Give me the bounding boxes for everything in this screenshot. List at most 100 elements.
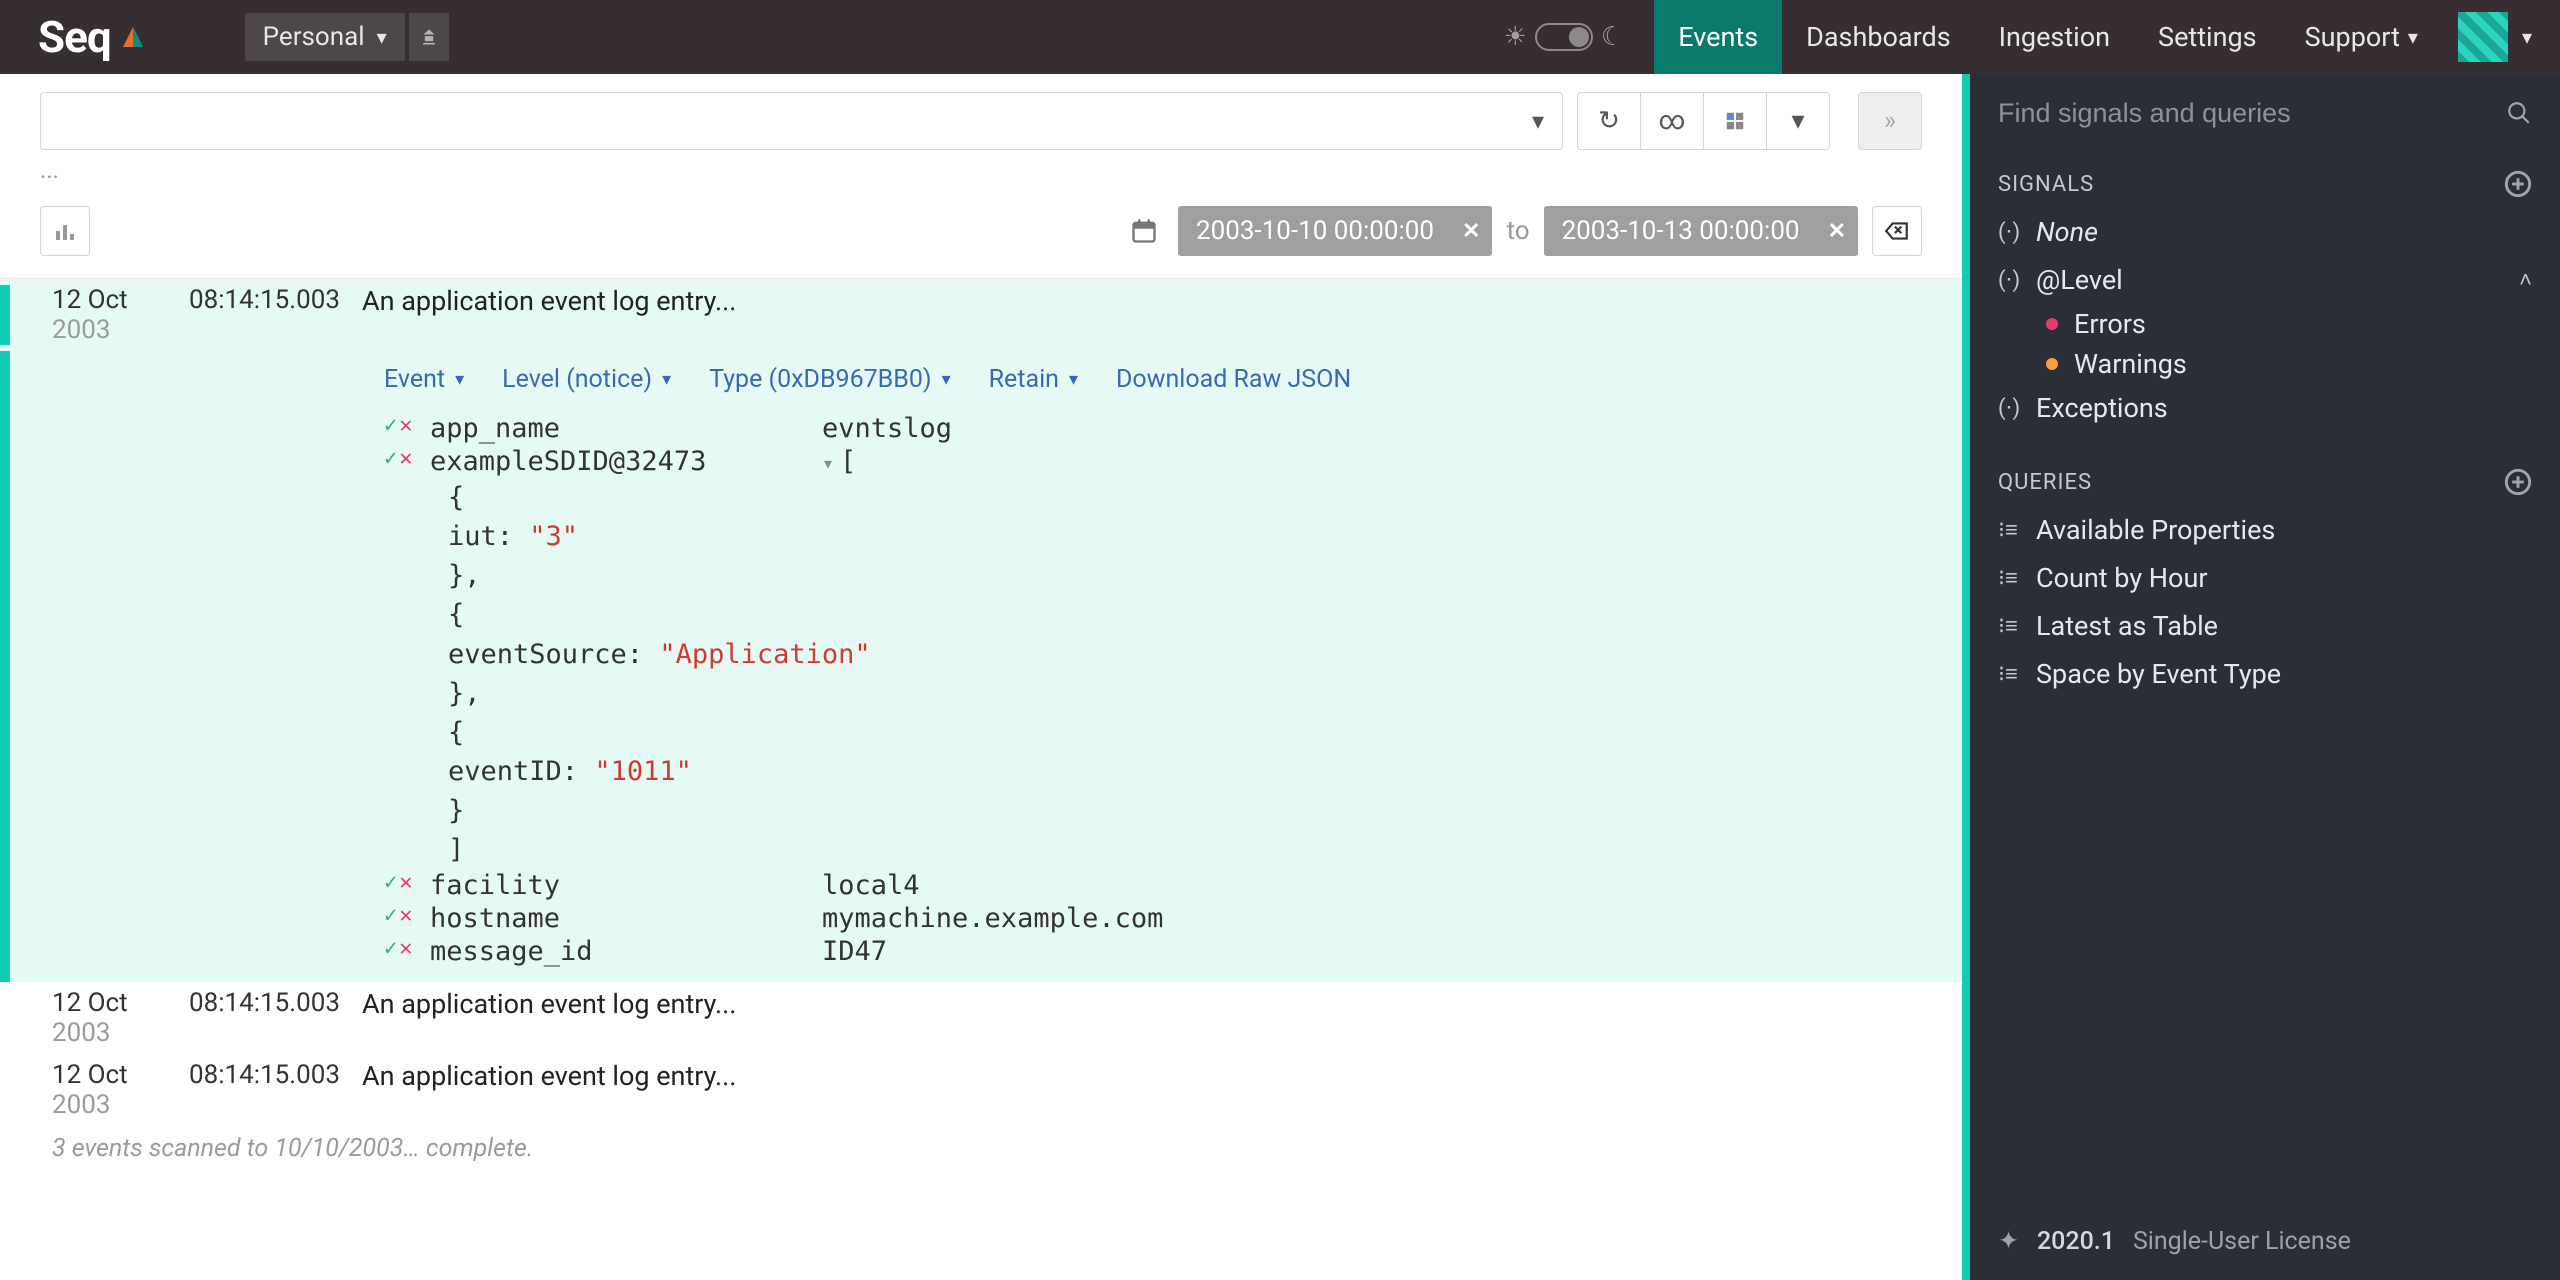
signal-sub-errors[interactable]: Errors	[1970, 304, 2560, 344]
nav-tab-support[interactable]: Support ▾	[2281, 0, 2442, 74]
signal-sub-warnings[interactable]: Warnings	[1970, 344, 2560, 384]
clear-date-range-button[interactable]	[1872, 206, 1922, 256]
top-navbar: Seq Personal ▾ ☀ ☾ Events Dashboards Ing…	[0, 0, 2560, 74]
moon-icon: ☾	[1601, 22, 1624, 52]
view-mode-button[interactable]	[1703, 92, 1767, 150]
include-filter-icon[interactable]: ✓	[384, 446, 397, 471]
include-filter-icon[interactable]: ✓	[384, 870, 397, 895]
signal-icon: (⋅)	[1998, 396, 2020, 421]
signal-item-level[interactable]: (⋅) @Level ˄	[1970, 256, 2560, 304]
sidebar-search	[1970, 74, 2560, 152]
avatar-icon	[2458, 12, 2508, 62]
chevron-down-icon: ▾	[1069, 369, 1078, 390]
property-key[interactable]: app_name	[430, 413, 822, 444]
refresh-button[interactable]: ↻	[1577, 92, 1641, 150]
property-value[interactable]: ▾[	[822, 446, 856, 477]
exclude-filter-icon[interactable]: ✕	[399, 446, 412, 471]
property-key[interactable]: exampleSDID@32473	[430, 446, 822, 477]
date-to-input[interactable]: 2003-10-13 00:00:00 ✕	[1544, 206, 1858, 256]
chevron-down-icon: ▾	[2522, 25, 2532, 49]
property-key[interactable]: message_id	[430, 936, 822, 967]
include-filter-icon[interactable]: ✓	[384, 936, 397, 961]
dot-icon	[2046, 318, 2058, 330]
histogram-toggle-button[interactable]	[40, 206, 90, 256]
nav-tabs: Events Dashboards Ingestion Settings Sup…	[1654, 0, 2560, 74]
property-row: ✓✕ facility local4	[384, 869, 1962, 902]
query-icon: ⁝≡	[1998, 613, 2020, 639]
query-item[interactable]: ⁝≡ Space by Event Type	[1970, 650, 2560, 698]
event-row-expanded[interactable]: 12 Oct 2003 08:14:15.003 An application …	[0, 279, 1962, 351]
license-label: Single-User License	[2133, 1227, 2351, 1256]
signal-item-exceptions[interactable]: (⋅) Exceptions	[1970, 384, 2560, 432]
level-menu[interactable]: Level (notice)▾	[502, 365, 671, 394]
calendar-icon[interactable]	[1130, 217, 1158, 245]
date-range-toolbar: 2003-10-10 00:00:00 ✕ to 2003-10-13 00:0…	[0, 188, 1962, 279]
nav-tab-dashboards[interactable]: Dashboards	[1782, 0, 1975, 74]
download-raw-json-link[interactable]: Download Raw JSON	[1116, 365, 1351, 394]
nav-tab-settings[interactable]: Settings	[2134, 0, 2281, 74]
query-icon: ⁝≡	[1998, 517, 2020, 543]
search-icon[interactable]	[2506, 100, 2532, 126]
sidebar-search-input[interactable]	[1998, 98, 2506, 129]
event-message: An application event log entry...	[362, 988, 1962, 1020]
exclude-filter-icon[interactable]: ✕	[399, 870, 412, 895]
chevron-down-icon[interactable]: ▾	[822, 451, 834, 475]
view-mode-dropdown[interactable]: ▾	[1766, 92, 1830, 150]
include-filter-icon[interactable]: ✓	[384, 903, 397, 928]
sidebar: SIGNALS (⋅) None (⋅) @Level ˄ Errors War…	[1970, 74, 2560, 1280]
type-menu[interactable]: Type (0xDB967BB0)▾	[709, 365, 950, 394]
brand-logo-text: Seq	[38, 11, 111, 63]
query-item[interactable]: ⁝≡ Count by Hour	[1970, 554, 2560, 602]
nav-tab-events[interactable]: Events	[1654, 0, 1782, 74]
version-label[interactable]: 2020.1	[2037, 1227, 2115, 1256]
property-row: ✓✕ message_id ID47	[384, 935, 1962, 968]
brand-area: Seq	[0, 11, 145, 63]
chevron-down-icon: ▾	[455, 369, 464, 390]
retain-menu[interactable]: Retain▾	[989, 365, 1078, 394]
event-row[interactable]: 12 Oct 2003 08:14:15.003 An application …	[0, 982, 1962, 1054]
workspace-name: Personal	[263, 22, 365, 52]
chevron-up-icon[interactable]: ˄	[2519, 267, 2532, 293]
property-value[interactable]: local4	[822, 870, 920, 901]
signal-icon: (⋅)	[1998, 268, 2020, 293]
query-icon: ⁝≡	[1998, 661, 2020, 687]
run-query-button[interactable]: »	[1858, 92, 1922, 150]
sun-icon: ☀	[1504, 22, 1527, 52]
exclude-filter-icon[interactable]: ✕	[399, 413, 412, 438]
tail-button[interactable]: ∞	[1640, 92, 1704, 150]
query-input[interactable]: ▾	[40, 92, 1563, 150]
nav-tab-ingestion[interactable]: Ingestion	[1975, 0, 2134, 74]
property-value[interactable]: evntslog	[822, 413, 952, 444]
close-icon[interactable]: ✕	[1828, 219, 1846, 244]
include-filter-icon[interactable]: ✓	[384, 413, 397, 438]
property-value[interactable]: ID47	[822, 936, 887, 967]
event-detail-panel: Event▾ Level (notice)▾ Type (0xDB967BB0)…	[0, 351, 1962, 982]
events-list: 12 Oct 2003 08:14:15.003 An application …	[0, 279, 1962, 1280]
property-key[interactable]: facility	[430, 870, 822, 901]
exclude-filter-icon[interactable]: ✕	[399, 936, 412, 961]
chevron-down-icon: ▾	[1791, 106, 1804, 136]
add-signal-button[interactable]	[2504, 170, 2532, 198]
close-icon[interactable]: ✕	[1462, 219, 1480, 244]
chevron-down-icon: ▾	[377, 25, 387, 49]
property-key[interactable]: hostname	[430, 903, 822, 934]
query-item[interactable]: ⁝≡ Available Properties	[1970, 506, 2560, 554]
refresh-icon: ↻	[1598, 106, 1620, 136]
chevron-down-icon: ▾	[2408, 25, 2418, 49]
date-to-value: 2003-10-13 00:00:00	[1562, 216, 1800, 246]
main-panel: ▾ ↻ ∞ ▾ » ... 2003-10-10 00:00:00	[0, 74, 1970, 1280]
event-message: An application event log entry...	[362, 285, 1962, 317]
signal-item-none[interactable]: (⋅) None	[1970, 208, 2560, 256]
query-item[interactable]: ⁝≡ Latest as Table	[1970, 602, 2560, 650]
queries-section-header: QUERIES	[1970, 450, 2560, 506]
workspace-selector[interactable]: Personal ▾	[245, 13, 405, 61]
date-from-input[interactable]: 2003-10-10 00:00:00 ✕	[1178, 206, 1492, 256]
pin-workspace-button[interactable]	[409, 13, 449, 61]
theme-toggle[interactable]: ☀ ☾	[1504, 22, 1625, 52]
exclude-filter-icon[interactable]: ✕	[399, 903, 412, 928]
property-value[interactable]: mymachine.example.com	[822, 903, 1163, 934]
add-query-button[interactable]	[2504, 468, 2532, 496]
user-menu[interactable]: ▾	[2442, 0, 2560, 74]
event-row[interactable]: 12 Oct 2003 08:14:15.003 An application …	[0, 1054, 1962, 1126]
event-menu[interactable]: Event▾	[384, 365, 464, 394]
